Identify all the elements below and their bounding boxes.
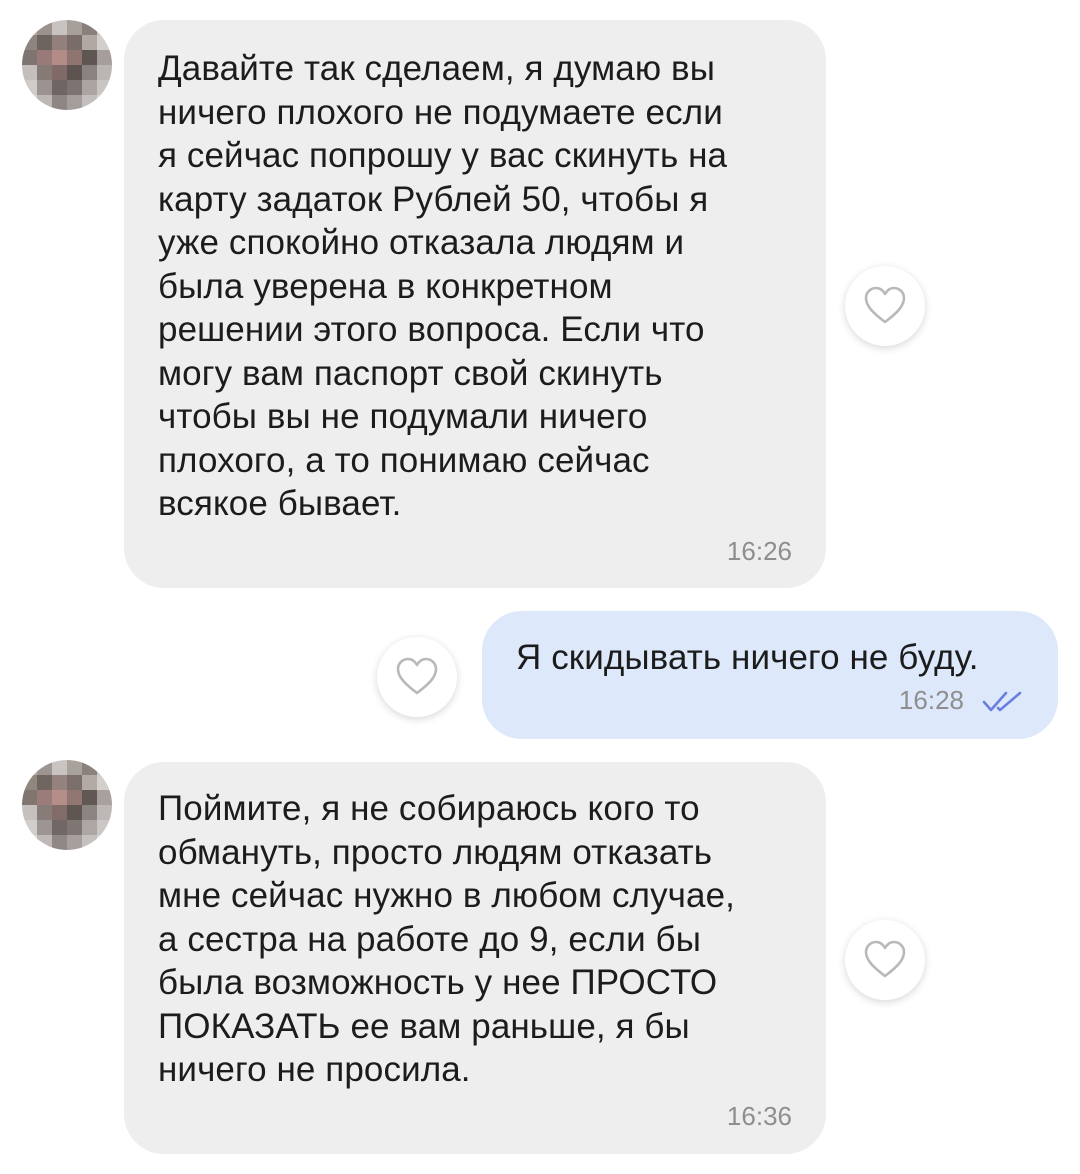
message-text: Поймите, я не собираюсь кого то обмануть… — [158, 789, 735, 1089]
message-time: 16:28 — [898, 685, 964, 715]
sender-avatar[interactable] — [22, 760, 112, 850]
chat-thread: Давайте так сделаем, я думаю вы ничего п… — [0, 0, 1080, 1174]
like-button[interactable] — [377, 637, 457, 717]
message-time: 16:26 — [726, 536, 792, 566]
incoming-message-bubble[interactable]: Давайте так сделаем, я думаю вы ничего п… — [124, 20, 826, 588]
heart-outline-icon — [864, 940, 906, 978]
double-check-icon — [982, 691, 1022, 712]
like-button[interactable] — [845, 920, 925, 1000]
heart-outline-icon — [396, 657, 438, 695]
message-time: 16:36 — [726, 1101, 792, 1131]
message-text: Давайте так сделаем, я думаю вы ничего п… — [158, 49, 728, 523]
like-button[interactable] — [845, 266, 925, 346]
outgoing-message-bubble[interactable]: Я скидывать ничего не буду. 16:28 — [482, 611, 1058, 739]
incoming-message-bubble[interactable]: Поймите, я не собираюсь кого то обмануть… — [124, 762, 826, 1154]
message-text: Я скидывать ничего не буду. — [516, 638, 979, 677]
heart-outline-icon — [864, 286, 906, 324]
sender-avatar[interactable] — [22, 20, 112, 110]
